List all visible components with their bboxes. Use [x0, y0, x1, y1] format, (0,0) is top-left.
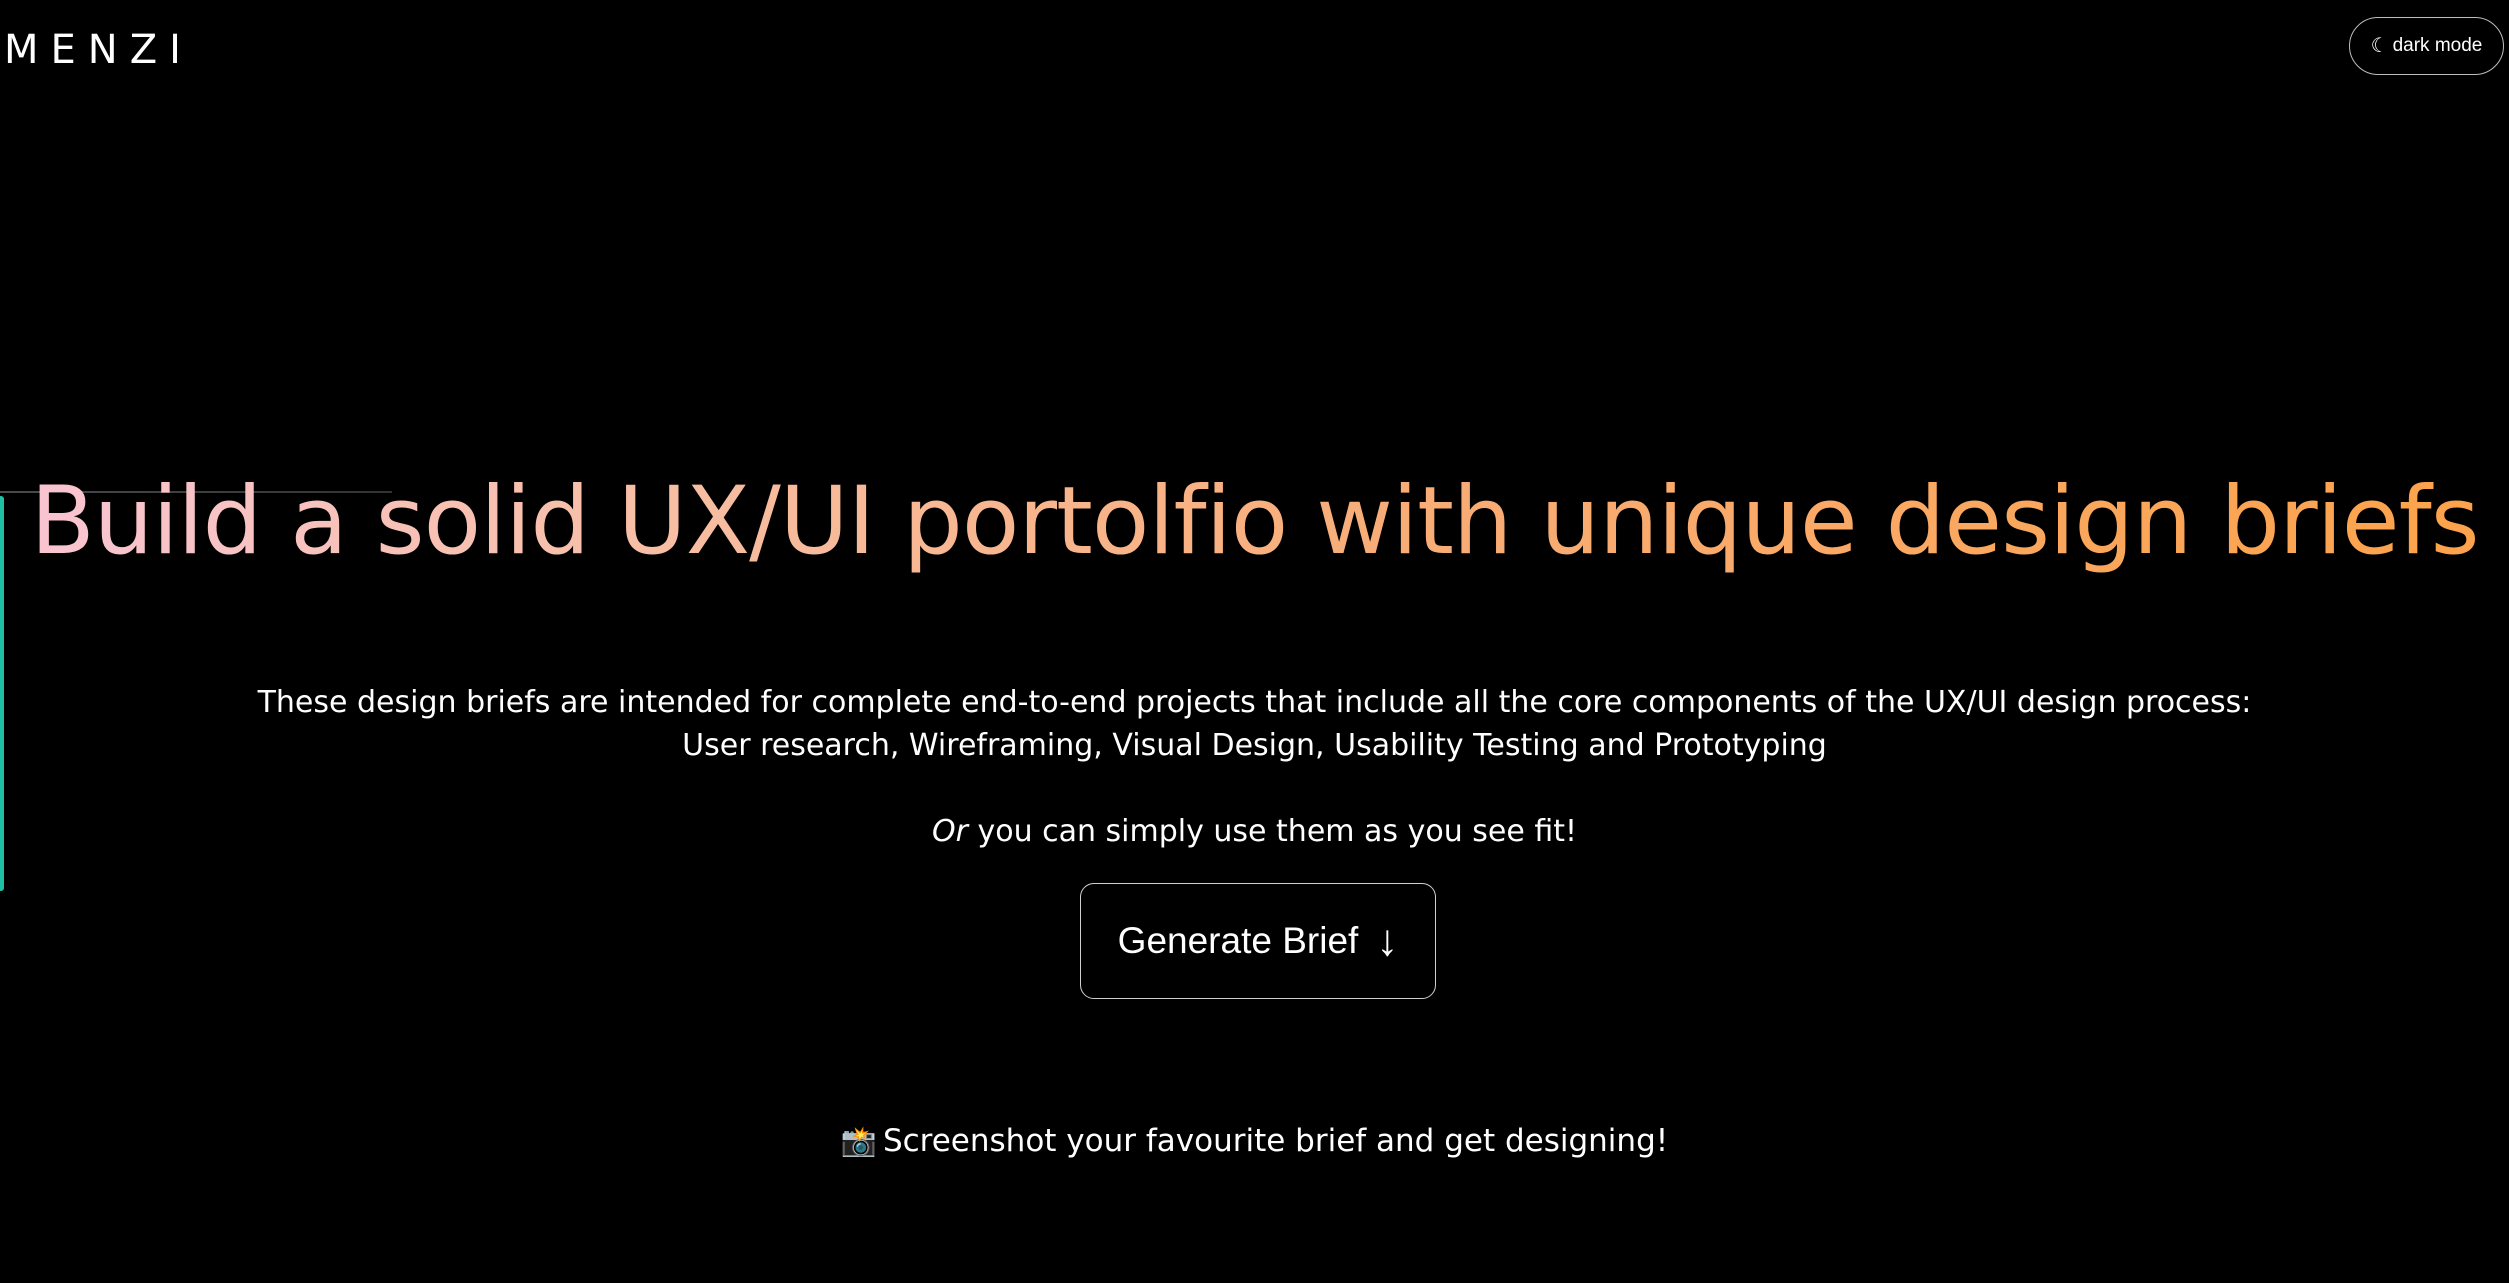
dark-mode-label: dark mode — [2392, 35, 2483, 56]
intro-line-2: User research, Wireframing, Visual Desig… — [682, 728, 1827, 763]
alt-rest: you can simply use them as you see fit! — [977, 814, 1578, 849]
camera-flash-icon: 📸 — [840, 1124, 877, 1158]
hero-alt-line: Or you can simply use them as you see fi… — [0, 810, 2509, 853]
screenshot-tip-text: Screenshot your favourite brief and get … — [882, 1123, 1669, 1159]
moon-icon: ☾ — [2370, 35, 2389, 57]
screenshot-tip: 📸 Screenshot your favourite brief and get… — [0, 1120, 2509, 1163]
dark-mode-toggle[interactable]: ☾ dark mode — [2349, 17, 2504, 75]
hero-intro: These design briefs are intended for com… — [0, 681, 2509, 767]
site-logo[interactable]: MENZI — [4, 30, 193, 70]
generate-brief-button[interactable]: Generate Brief ↓ — [1080, 883, 1436, 999]
generate-brief-label: Generate Brief — [1117, 920, 1359, 961]
arrow-down-icon: ↓ — [1376, 916, 1399, 965]
intro-line-1: These design briefs are intended for com… — [257, 685, 2252, 720]
alt-emphasis: Or — [931, 814, 968, 849]
hero-headline: Build a solid UX/UI portolfio with uniqu… — [0, 462, 2509, 582]
